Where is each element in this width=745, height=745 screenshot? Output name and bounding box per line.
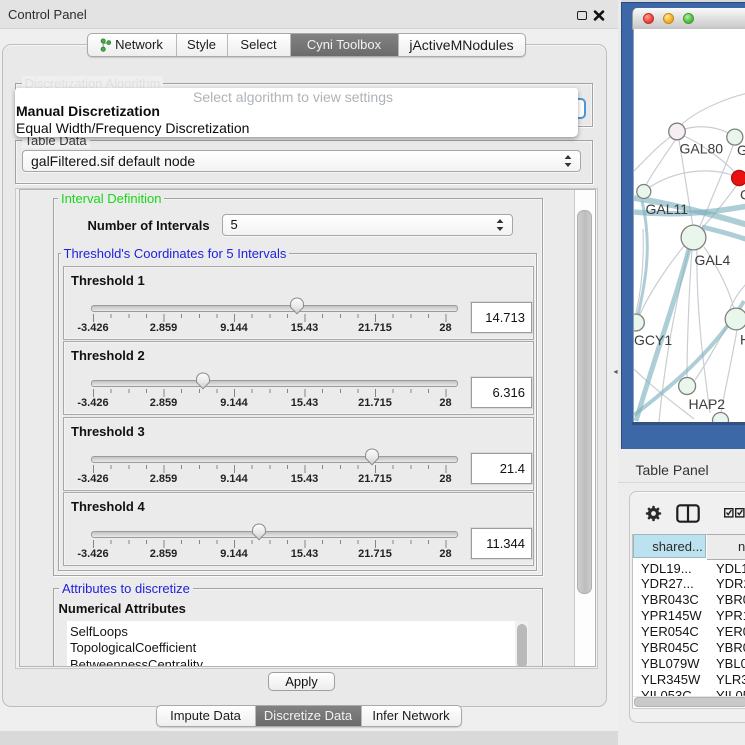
svg-text:GAL80: GAL80 (679, 140, 723, 156)
svg-text:HAP2: HAP2 (688, 396, 725, 412)
svg-text:GA: GA (737, 142, 745, 158)
svg-text:C: C (740, 186, 745, 202)
svg-text:GCY1: GCY1 (634, 332, 672, 348)
svg-text:H: H (740, 331, 745, 347)
svg-text:GAL11: GAL11 (645, 201, 688, 217)
svg-text:GAL4: GAL4 (694, 252, 730, 268)
